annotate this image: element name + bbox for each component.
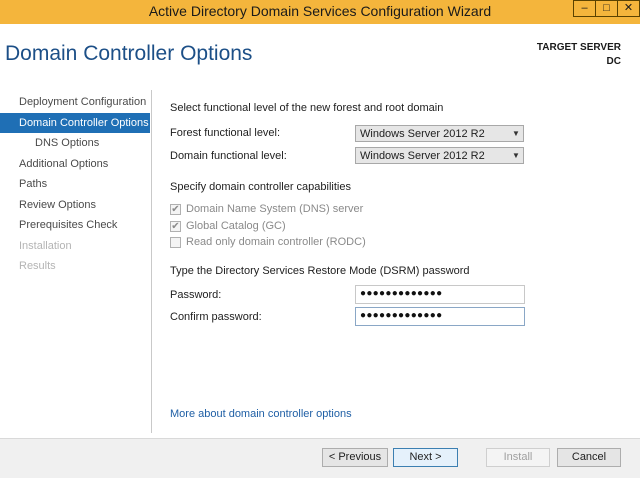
- password-value: ●●●●●●●●●●●●●: [360, 288, 443, 299]
- dsrm-heading: Type the Directory Services Restore Mode…: [170, 265, 470, 277]
- minimize-button[interactable]: –: [573, 0, 595, 17]
- chevron-down-icon: ▼: [512, 129, 520, 138]
- more-info-link[interactable]: More about domain controller options: [170, 408, 352, 420]
- functional-level-heading: Select functional level of the new fores…: [170, 102, 444, 114]
- nav-item-review-options[interactable]: Review Options: [0, 195, 150, 216]
- global-catalog-checkbox[interactable]: ✔: [170, 221, 181, 232]
- global-catalog-label: Global Catalog (GC): [186, 220, 286, 232]
- confirm-password-value: ●●●●●●●●●●●●●: [360, 310, 443, 321]
- domain-level-dropdown[interactable]: Windows Server 2012 R2 ▼: [355, 147, 524, 164]
- page-title: Domain Controller Options: [5, 42, 253, 65]
- confirm-password-field[interactable]: ●●●●●●●●●●●●●: [355, 307, 525, 326]
- dns-server-label: Domain Name System (DNS) server: [186, 203, 364, 215]
- wizard-steps-nav: Deployment Configuration Domain Controll…: [0, 92, 150, 277]
- nav-item-domain-controller-options[interactable]: Domain Controller Options: [0, 112, 150, 133]
- rodc-checkbox[interactable]: [170, 237, 181, 248]
- maximize-icon: □: [603, 2, 610, 14]
- maximize-button[interactable]: □: [595, 0, 617, 17]
- nav-item-paths[interactable]: Paths: [0, 174, 150, 195]
- close-button[interactable]: ✕: [617, 0, 640, 17]
- nav-divider: [151, 90, 152, 433]
- domain-level-value: Windows Server 2012 R2: [360, 150, 485, 162]
- previous-button[interactable]: < Previous: [322, 448, 388, 467]
- password-field[interactable]: ●●●●●●●●●●●●●: [355, 285, 525, 304]
- nav-item-prerequisites-check[interactable]: Prerequisites Check: [0, 215, 150, 236]
- password-label: Password:: [170, 289, 222, 301]
- rodc-label: Read only domain controller (RODC): [186, 236, 366, 248]
- forest-level-value: Windows Server 2012 R2: [360, 128, 485, 140]
- nav-item-additional-options[interactable]: Additional Options: [0, 154, 150, 175]
- chevron-down-icon: ▼: [512, 151, 520, 160]
- nav-item-deployment-configuration[interactable]: Deployment Configuration: [0, 92, 150, 113]
- nav-item-results: Results: [19, 260, 56, 272]
- target-server-label: TARGET SERVER: [536, 42, 621, 53]
- install-button: Install: [486, 448, 550, 467]
- dns-server-checkbox[interactable]: ✔: [170, 204, 181, 215]
- next-button[interactable]: Next >: [393, 448, 458, 467]
- close-icon: ✕: [623, 2, 634, 14]
- nav-item-dns-options[interactable]: DNS Options: [0, 133, 150, 154]
- minimize-icon: –: [581, 2, 588, 14]
- title-bar: Active Directory Domain Services Configu…: [0, 0, 640, 24]
- forest-level-dropdown[interactable]: Windows Server 2012 R2 ▼: [355, 125, 524, 142]
- cancel-button[interactable]: Cancel: [557, 448, 621, 467]
- check-icon: ✔: [171, 204, 180, 215]
- target-server-value: DC: [606, 56, 621, 67]
- forest-level-label: Forest functional level:: [170, 127, 281, 139]
- capabilities-heading: Specify domain controller capabilities: [170, 181, 351, 193]
- nav-item-installation: Installation: [19, 239, 72, 252]
- check-icon: ✔: [171, 221, 180, 232]
- confirm-password-label: Confirm password:: [170, 311, 262, 323]
- domain-level-label: Domain functional level:: [170, 150, 287, 162]
- window-title: Active Directory Domain Services Configu…: [148, 3, 492, 19]
